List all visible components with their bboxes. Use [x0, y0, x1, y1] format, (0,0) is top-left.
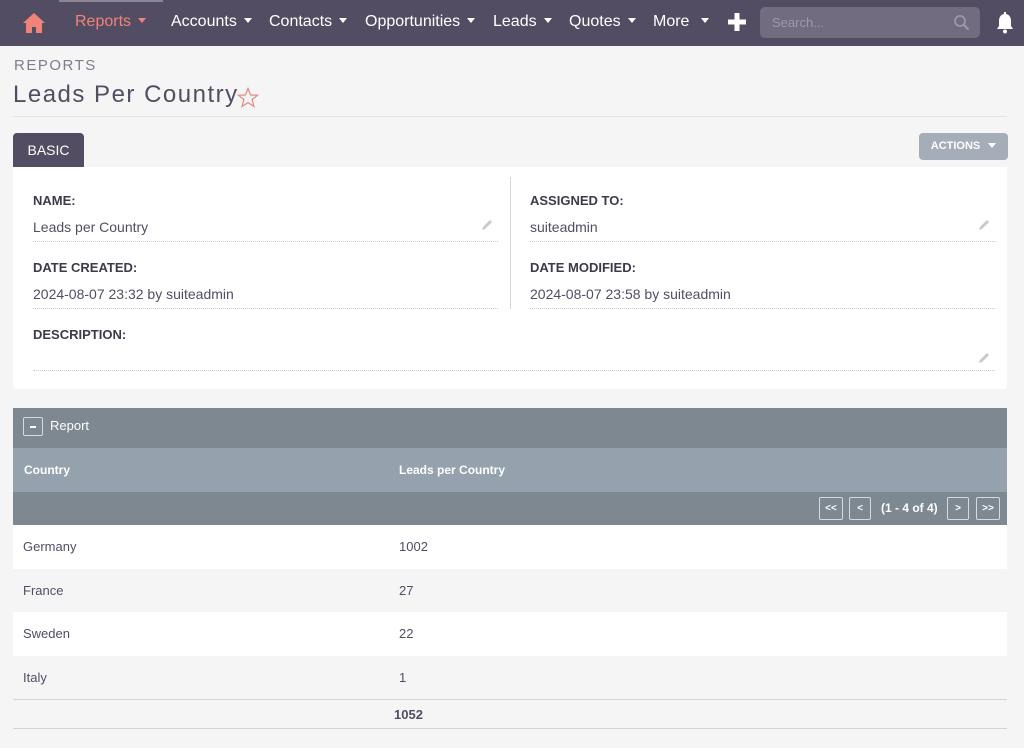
- pagination-bar: << < (1 - 4 of 4) > >>: [13, 492, 1007, 525]
- home-icon[interactable]: [22, 12, 46, 34]
- edit-pencil-icon[interactable]: [977, 218, 991, 232]
- column-header-country[interactable]: Country: [24, 463, 70, 477]
- cell-country: France: [23, 583, 64, 598]
- module-label: REPORTS: [14, 57, 97, 74]
- nav-leads-label: Leads: [493, 13, 537, 30]
- edit-pencil-icon[interactable]: [977, 351, 991, 365]
- cell-leads: 27: [399, 583, 414, 598]
- next-page-button[interactable]: >: [947, 497, 969, 520]
- chevron-down-icon: [543, 18, 552, 24]
- first-page-button[interactable]: <<: [819, 497, 843, 520]
- tab-basic[interactable]: BASIC: [13, 133, 84, 167]
- cell-leads: 1: [399, 670, 407, 685]
- cell-country: Germany: [23, 539, 77, 554]
- nav-quotes-label: Quotes: [569, 13, 621, 30]
- nav-quotes[interactable]: Quotes: [569, 0, 636, 46]
- nav-opportunities[interactable]: Opportunities: [365, 0, 476, 46]
- report-panel-header: Report: [13, 408, 1007, 448]
- report-column-header: Country Leads per Country: [13, 448, 1007, 492]
- field-name-label: NAME:: [33, 193, 76, 208]
- search-icon[interactable]: [953, 14, 970, 31]
- nav-more[interactable]: More: [653, 0, 710, 46]
- chevron-down-icon: [988, 142, 997, 148]
- star-outline-icon[interactable]: [236, 86, 260, 109]
- nav-more-label: More: [653, 13, 690, 30]
- chevron-down-icon: [138, 18, 147, 24]
- prev-page-button[interactable]: <: [849, 497, 871, 520]
- field-name-value: Leads per Country: [33, 219, 149, 235]
- cell-leads: 1002: [399, 539, 428, 554]
- field-assigned-to-label: ASSIGNED TO:: [530, 193, 624, 208]
- field-divider: [33, 241, 498, 242]
- field-date-modified-value: 2024-08-07 23:58 by suiteadmin: [530, 286, 731, 302]
- chevron-down-icon: [339, 18, 348, 24]
- header-divider: [13, 116, 1007, 117]
- chevron-down-icon: [627, 18, 636, 24]
- nav-reports-label: Reports: [75, 13, 132, 30]
- column-header-leads[interactable]: Leads per Country: [399, 463, 505, 477]
- bell-icon[interactable]: [995, 12, 1015, 34]
- cell-leads: 22: [399, 626, 414, 641]
- chevron-down-icon: [243, 18, 252, 24]
- field-divider: [33, 308, 498, 309]
- edit-pencil-icon[interactable]: [480, 218, 494, 232]
- chevron-down-icon: [467, 18, 476, 24]
- report-title: Report: [50, 418, 90, 433]
- nav-contacts[interactable]: Contacts: [269, 0, 348, 46]
- field-divider: [530, 308, 995, 309]
- field-description-label: DESCRIPTION:: [33, 327, 127, 342]
- total-row: 1052: [13, 699, 1007, 729]
- nav-contacts-label: Contacts: [269, 13, 333, 30]
- pagination-status: (1 - 4 of 4): [881, 501, 938, 515]
- field-date-created-value: 2024-08-07 23:32 by suiteadmin: [33, 286, 234, 302]
- field-assigned-to-value: suiteadmin: [530, 219, 598, 235]
- cell-country: Italy: [23, 670, 47, 685]
- field-divider: [530, 241, 995, 242]
- search-box: [760, 7, 980, 38]
- actions-label: ACTIONS: [930, 140, 981, 152]
- field-divider: [33, 370, 995, 371]
- nav-accounts-label: Accounts: [171, 13, 237, 30]
- collapse-icon[interactable]: [23, 417, 43, 436]
- table-row: Italy 1: [13, 656, 1007, 700]
- nav-accounts[interactable]: Accounts: [171, 0, 252, 46]
- total-value: 1052: [394, 707, 423, 722]
- detail-panel: NAME: Leads per Country ASSIGNED TO: sui…: [13, 167, 1007, 389]
- last-page-button[interactable]: >>: [976, 497, 1000, 520]
- cell-country: Sweden: [23, 626, 70, 641]
- nav-reports[interactable]: Reports: [75, 0, 147, 46]
- table-row: France 27: [13, 569, 1007, 613]
- field-date-modified-label: DATE MODIFIED:: [530, 260, 636, 275]
- actions-button[interactable]: ACTIONS: [919, 133, 1008, 160]
- nav-leads[interactable]: Leads: [493, 0, 552, 46]
- column-divider: [510, 177, 511, 309]
- field-date-created-label: DATE CREATED:: [33, 260, 138, 275]
- table-row: Germany 1002: [13, 525, 1007, 569]
- chevron-down-icon: [701, 18, 710, 24]
- search-input[interactable]: [760, 7, 950, 38]
- nav-opportunities-label: Opportunities: [365, 13, 461, 30]
- plus-icon[interactable]: [727, 12, 747, 32]
- page-title: Leads Per Country: [13, 81, 239, 108]
- top-nav-bar: Reports Accounts Contacts Opportunities …: [0, 0, 1024, 46]
- table-row: Sweden 22: [13, 612, 1007, 656]
